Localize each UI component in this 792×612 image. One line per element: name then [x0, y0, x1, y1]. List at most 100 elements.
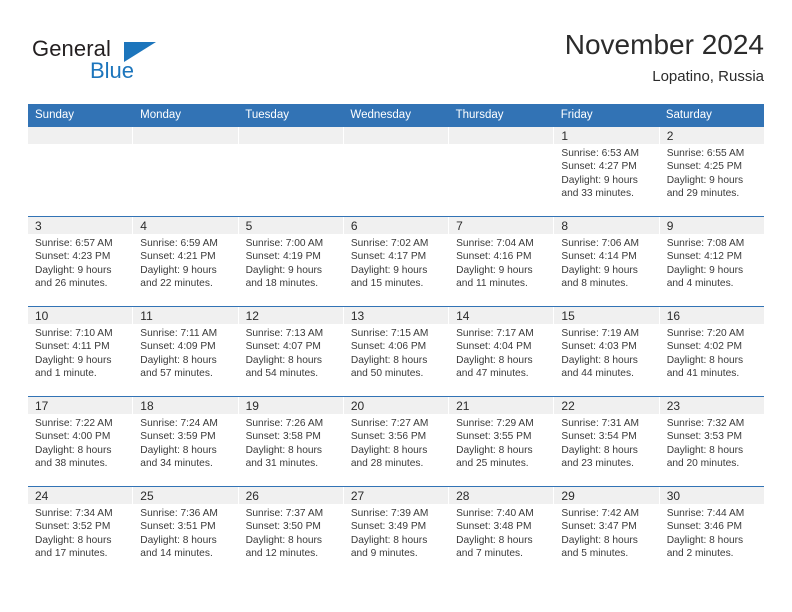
day-number: 6: [343, 217, 449, 234]
day-cell[interactable]: 2 Sunrise: 6:55 AM Sunset: 4:25 PM Daylight…: [659, 127, 764, 216]
day-info: Sunrise: 7:37 AM Sunset: 3:50 PM Daylight:…: [239, 504, 343, 560]
sunset-text: Sunset: 4:03 PM: [561, 341, 637, 353]
sunrise-text: Sunrise: 7:40 AM: [456, 508, 534, 519]
sunrise-text: Sunrise: 7:00 AM: [245, 238, 324, 249]
day-cell[interactable]: 15 Sunrise: 7:19 AM Sunset: 4:03 PM Dayligh…: [554, 307, 660, 396]
day-cell[interactable]: 20 Sunrise: 7:27 AM Sunset: 3:56 PM Dayligh…: [343, 397, 450, 486]
sunset-text: Sunset: 3:50 PM: [245, 521, 321, 533]
day-cell[interactable]: 16 Sunrise: 7:20 AM Sunset: 4:02 PM Dayligh…: [659, 307, 764, 396]
daylight-text: Daylight: 9 hours and 26 minutes.: [35, 264, 112, 289]
day-cell[interactable]: 28 Sunrise: 7:40 AM Sunset: 3:48 PM Dayligh…: [449, 487, 555, 576]
day-info: Sunrise: 7:17 AM Sunset: 4:04 PM Daylight:…: [449, 324, 553, 380]
sunset-text: Sunset: 4:14 PM: [561, 251, 637, 263]
daylight-text: Daylight: 8 hours and 47 minutes.: [456, 354, 533, 379]
sunrise-text: Sunrise: 6:53 AM: [561, 148, 639, 159]
day-cell[interactable]: 1 Sunrise: 6:53 AM Sunset: 4:27 PM Daylight…: [554, 127, 660, 216]
sunset-text: Sunset: 4:17 PM: [350, 251, 427, 263]
day-number: [238, 127, 343, 144]
day-number: 23: [659, 397, 764, 414]
sunset-text: Sunset: 3:49 PM: [350, 521, 427, 533]
day-number: 8: [554, 217, 659, 234]
day-cell[interactable]: 29 Sunrise: 7:42 AM Sunset: 3:47 PM Dayligh…: [554, 487, 660, 576]
daylight-text: Daylight: 8 hours and 7 minutes.: [456, 534, 533, 559]
day-cell[interactable]: 25 Sunrise: 7:36 AM Sunset: 3:51 PM Dayligh…: [133, 487, 239, 576]
sunset-text: Sunset: 4:06 PM: [350, 341, 427, 353]
week-row: 24 Sunrise: 7:34 AM Sunset: 3:52 PM Dayligh…: [28, 486, 764, 576]
weekday-header-row: Sunday Monday Tuesday Wednesday Thursday Frid…: [28, 104, 764, 127]
sunset-text: Sunset: 3:59 PM: [140, 431, 216, 443]
weekday-header-tuesday: Tuesday: [245, 109, 289, 121]
day-cell[interactable]: 6 Sunrise: 7:02 AM Sunset: 4:17 PM Daylight…: [343, 217, 450, 306]
sunset-text: Sunset: 4:11 PM: [35, 341, 110, 353]
day-info: Sunrise: 7:36 AM Sunset: 3:51 PM Daylight:…: [133, 504, 237, 560]
day-cell[interactable]: 21 Sunrise: 7:29 AM Sunset: 3:55 PM Dayligh…: [449, 397, 555, 486]
day-number: 3: [28, 217, 133, 234]
sunset-text: Sunset: 4:19 PM: [245, 251, 321, 263]
day-number: 21: [449, 397, 554, 414]
sunrise-text: Sunrise: 7:26 AM: [245, 418, 324, 429]
daylight-text: Daylight: 8 hours and 2 minutes.: [666, 534, 744, 559]
sunrise-text: Sunrise: 7:32 AM: [666, 418, 745, 429]
sunset-text: Sunset: 3:53 PM: [666, 431, 743, 443]
sunset-text: Sunset: 4:04 PM: [456, 341, 532, 353]
day-cell[interactable]: 7 Sunrise: 7:04 AM Sunset: 4:16 PM Daylight…: [449, 217, 555, 306]
day-info: Sunrise: 7:08 AM Sunset: 4:12 PM Daylight:…: [660, 234, 764, 290]
day-cell[interactable]: 5 Sunrise: 7:00 AM Sunset: 4:19 PM Daylight…: [238, 217, 344, 306]
daylight-text: Daylight: 9 hours and 8 minutes.: [561, 264, 638, 289]
daylight-text: Daylight: 8 hours and 9 minutes.: [350, 534, 428, 559]
day-info: Sunrise: 6:59 AM Sunset: 4:21 PM Daylight:…: [133, 234, 237, 290]
day-cell[interactable]: 22 Sunrise: 7:31 AM Sunset: 3:54 PM Dayligh…: [554, 397, 660, 486]
day-number: 19: [238, 397, 343, 414]
day-number: 9: [659, 217, 764, 234]
day-cell[interactable]: 24 Sunrise: 7:34 AM Sunset: 3:52 PM Dayligh…: [28, 487, 134, 576]
sunrise-text: Sunrise: 7:13 AM: [245, 328, 324, 339]
day-cell[interactable]: 4 Sunrise: 6:59 AM Sunset: 4:21 PM Daylight…: [133, 217, 239, 306]
day-info: Sunrise: 7:42 AM Sunset: 3:47 PM Daylight:…: [554, 504, 658, 560]
day-cell[interactable]: 8 Sunrise: 7:06 AM Sunset: 4:14 PM Daylight…: [554, 217, 660, 306]
day-cell[interactable]: 14 Sunrise: 7:17 AM Sunset: 4:04 PM Dayligh…: [449, 307, 555, 396]
day-cell[interactable]: 13 Sunrise: 7:15 AM Sunset: 4:06 PM Dayligh…: [343, 307, 450, 396]
daylight-text: Daylight: 9 hours and 33 minutes.: [561, 174, 638, 199]
sunrise-text: Sunrise: 7:10 AM: [35, 328, 113, 339]
day-info: Sunrise: 7:34 AM Sunset: 3:52 PM Daylight:…: [28, 504, 132, 560]
day-cell[interactable]: 12 Sunrise: 7:13 AM Sunset: 4:07 PM Dayligh…: [238, 307, 344, 396]
day-cell[interactable]: 3 Sunrise: 6:57 AM Sunset: 4:23 PM Daylight…: [28, 217, 134, 306]
day-info: Sunrise: 7:06 AM Sunset: 4:14 PM Daylight:…: [554, 234, 658, 290]
sunset-text: Sunset: 3:48 PM: [456, 521, 532, 533]
day-cell[interactable]: 10 Sunrise: 7:10 AM Sunset: 4:11 PM Dayligh…: [28, 307, 134, 396]
daylight-text: Daylight: 9 hours and 22 minutes.: [140, 264, 217, 289]
sunset-text: Sunset: 4:09 PM: [140, 341, 216, 353]
sunset-text: Sunset: 3:47 PM: [561, 521, 637, 533]
sunrise-text: Sunrise: 7:20 AM: [666, 328, 745, 339]
day-cell[interactable]: 9 Sunrise: 7:08 AM Sunset: 4:12 PM Daylight…: [659, 217, 764, 306]
day-cell[interactable]: 17 Sunrise: 7:22 AM Sunset: 4:00 PM Dayligh…: [28, 397, 134, 486]
sunrise-text: Sunrise: 7:42 AM: [561, 508, 639, 519]
title-block: November 2024 Lopatino, Russia: [565, 28, 764, 88]
day-cell[interactable]: 18 Sunrise: 7:24 AM Sunset: 3:59 PM Dayligh…: [133, 397, 239, 486]
sunrise-text: Sunrise: 7:02 AM: [350, 238, 429, 249]
day-cell[interactable]: 26 Sunrise: 7:37 AM Sunset: 3:50 PM Dayligh…: [238, 487, 344, 576]
week-row: 10 Sunrise: 7:10 AM Sunset: 4:11 PM Dayligh…: [28, 306, 764, 396]
page-title: November 2024: [564, 29, 764, 60]
day-number: 26: [238, 487, 343, 504]
general-blue-logo[interactable]: General Blue: [28, 36, 198, 92]
day-info: Sunrise: 7:00 AM Sunset: 4:19 PM Daylight:…: [239, 234, 343, 290]
day-number: 24: [28, 487, 133, 504]
sunset-text: Sunset: 3:58 PM: [245, 431, 321, 443]
sunrise-text: Sunrise: 7:06 AM: [561, 238, 639, 249]
daylight-text: Daylight: 8 hours and 41 minutes.: [666, 354, 744, 379]
sunrise-text: Sunrise: 7:24 AM: [140, 418, 218, 429]
day-info: Sunrise: 7:13 AM Sunset: 4:07 PM Daylight:…: [239, 324, 343, 380]
day-cell[interactable]: 30 Sunrise: 7:44 AM Sunset: 3:46 PM Dayligh…: [659, 487, 764, 576]
day-number: 2: [659, 127, 764, 144]
day-number: 5: [238, 217, 343, 234]
day-cell[interactable]: 27 Sunrise: 7:39 AM Sunset: 3:49 PM Dayligh…: [343, 487, 450, 576]
day-cell[interactable]: 23 Sunrise: 7:32 AM Sunset: 3:53 PM Dayligh…: [659, 397, 764, 486]
daylight-text: Daylight: 8 hours and 25 minutes.: [456, 444, 533, 469]
day-cell[interactable]: 19 Sunrise: 7:26 AM Sunset: 3:58 PM Dayligh…: [238, 397, 344, 486]
day-number: 18: [133, 397, 238, 414]
day-number: 1: [554, 127, 659, 144]
day-cell[interactable]: 11 Sunrise: 7:11 AM Sunset: 4:09 PM Dayligh…: [133, 307, 239, 396]
day-number: [133, 127, 238, 144]
sunset-text: Sunset: 4:00 PM: [35, 431, 111, 443]
